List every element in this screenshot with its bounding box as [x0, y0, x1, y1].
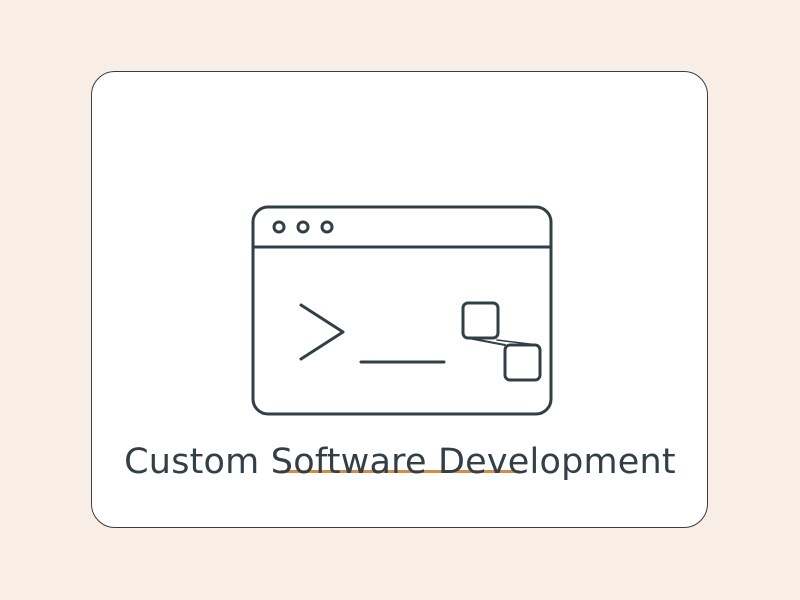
software-development-illustration	[251, 205, 553, 416]
browser-window-icon	[251, 205, 553, 416]
chevron-right-icon	[299, 303, 345, 361]
window-dot-icon	[296, 220, 310, 234]
window-dot-icon	[272, 220, 286, 234]
node-square-icon	[461, 301, 500, 340]
window-frame	[251, 205, 553, 416]
card-title: Custom Software Development	[124, 442, 676, 482]
connected-nodes-icon	[461, 301, 542, 382]
terminal-prompt-icon	[299, 303, 446, 364]
window-dot-icon	[320, 220, 334, 234]
node-square-icon	[503, 343, 542, 382]
